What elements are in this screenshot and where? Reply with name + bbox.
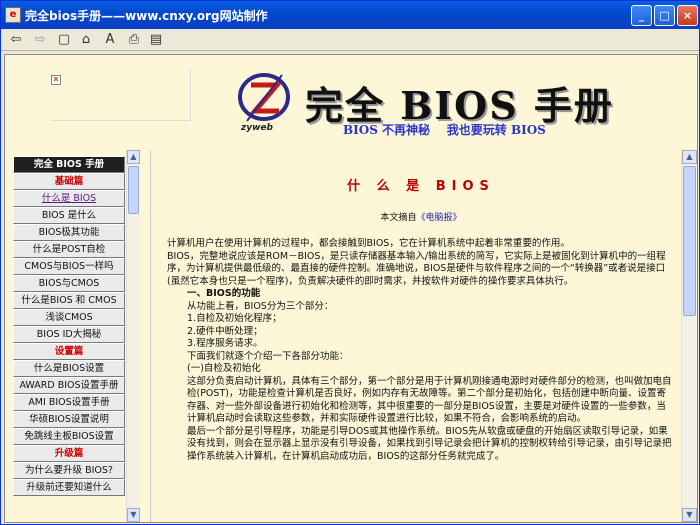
article-paragraph: 这部分负责启动计算机，具体有三个部分，第一个部分是用于计算机刚接通电源时对硬件部… xyxy=(187,375,672,425)
banner-subtitle: BIOS 不再神秘 我也要玩转 BIOS xyxy=(343,123,546,137)
window-title: 完全bios手册——www.cnxy.org网站制作 xyxy=(25,9,268,23)
article-paragraph: 计算机用户在使用计算机的过程中，都会接触到BIOS，它在计算机系统中起着非常重要… xyxy=(167,238,570,249)
byline: 本文摘自《电脑报》 xyxy=(167,212,675,225)
nav-link[interactable]: 为什么要升级 BIOS? xyxy=(13,462,125,479)
nav-link[interactable]: AMI BIOS设置手册 xyxy=(13,394,125,411)
content-area: ✕ zyweb 完全 BIOS 手册 BIOS 不再神秘 我也要玩转 BIOS … xyxy=(4,54,698,523)
minimize-button[interactable]: _ xyxy=(631,5,652,26)
nav-link[interactable]: BIOS极其功能 xyxy=(13,224,125,241)
nav-section-header: 设置篇 xyxy=(13,343,125,360)
source-link[interactable]: 《电脑报》 xyxy=(417,213,462,223)
article-paragraph: 2.硬件中断处理； xyxy=(187,325,263,337)
forward-icon[interactable]: ⇨ xyxy=(31,31,49,49)
toolbar: ⇦ ⇨ ▢ ⌂ A ⎙ ▤ xyxy=(1,29,699,51)
nav-link[interactable]: 什么是 BIOS xyxy=(13,190,125,207)
divider xyxy=(150,150,151,522)
nav-link[interactable]: 浅谈CMOS xyxy=(13,309,125,326)
scroll-down-icon[interactable]: ▼ xyxy=(127,508,140,522)
print-icon[interactable]: ⎙ xyxy=(125,31,143,49)
broken-image-icon: ✕ xyxy=(51,75,61,85)
nav-link[interactable]: 免跳线主板BIOS设置 xyxy=(13,428,125,445)
nav-link[interactable]: 什么是BIOS设置 xyxy=(13,360,125,377)
article-body: 计算机用户在使用计算机的过程中，都会接触到BIOS，它在计算机系统中起着非常重要… xyxy=(167,238,675,463)
scroll-up-icon[interactable]: ▲ xyxy=(127,150,140,164)
nav-link[interactable]: BIOS与CMOS xyxy=(13,275,125,292)
nav-section-header: 升级篇 xyxy=(13,445,125,462)
sidebar-scrollbar[interactable]: ▲ ▼ xyxy=(126,150,140,522)
nav-link[interactable]: AWARD BIOS设置手册 xyxy=(13,377,125,394)
scroll-thumb[interactable] xyxy=(128,166,139,214)
scroll-down-icon[interactable]: ▼ xyxy=(682,508,697,522)
nav-link[interactable]: BIOS 是什么 xyxy=(13,207,125,224)
article-paragraph: (一)自检及初始化 xyxy=(187,363,261,374)
sidebar-nav: 完全 BIOS 手册 基础篇 什么是 BIOS BIOS 是什么 BIOS极其功能 什么是… xyxy=(13,156,125,496)
nav-link[interactable]: 什么是BIOS 和 CMOS xyxy=(13,292,125,309)
maximize-button[interactable]: □ xyxy=(654,5,675,26)
home-icon[interactable]: ⌂ xyxy=(77,31,95,49)
article-paragraph: 最后一个部分是引导程序，功能是引导DOS或其他操作系统。BIOS先从软盘或硬盘的… xyxy=(187,425,672,462)
nav-link[interactable]: 华硕BIOS设置说明 xyxy=(13,411,125,428)
article-paragraph: 一、BIOS的功能 xyxy=(187,288,261,299)
close-button[interactable]: × xyxy=(677,5,698,26)
article-paragraph: 下面我们就逐个介绍一下各部分功能： xyxy=(187,350,349,362)
article-paragraph: BIOS，完整地说应该是ROM－BIOS，是只读存储器基本输入/输出系统的简写，… xyxy=(167,250,666,287)
nav-link[interactable]: 升级前还要知道什么 xyxy=(13,479,125,496)
nav-heading: 完全 BIOS 手册 xyxy=(13,156,125,173)
article-paragraph: 1.自检及初始化程序； xyxy=(187,313,282,324)
byline-prefix: 本文摘自 xyxy=(380,212,417,223)
page-title: 什 么 是 BIOS xyxy=(347,179,495,194)
main-scrollbar[interactable]: ▲ ▼ xyxy=(681,150,697,522)
options-icon[interactable]: ▤ xyxy=(147,31,165,49)
title-bar[interactable]: e 完全bios手册——www.cnxy.org网站制作 _ □ × xyxy=(1,1,699,29)
image-placeholder xyxy=(51,69,191,121)
scroll-thumb[interactable] xyxy=(683,166,696,316)
nav-link[interactable]: 什么是POST自检 xyxy=(13,241,125,258)
stop-icon[interactable]: ▢ xyxy=(55,31,73,49)
nav-link[interactable]: CMOS与BIOS一样吗 xyxy=(13,258,125,275)
article-paragraph: 3.程序服务请求。 xyxy=(187,338,263,349)
nav-section-header: 基础篇 xyxy=(13,173,125,190)
scroll-up-icon[interactable]: ▲ xyxy=(682,150,697,164)
article: 什 么 是 BIOS 本文摘自《电脑报》 计算机用户在使用计算机的过程中，都会接… xyxy=(167,155,675,463)
app-icon: e xyxy=(5,7,21,23)
article-paragraph: 从功能上看，BIOS分为三个部分： xyxy=(187,300,334,312)
logo-text: zyweb xyxy=(241,123,273,133)
font-icon[interactable]: A xyxy=(101,31,119,49)
back-icon[interactable]: ⇦ xyxy=(7,31,25,49)
nav-link[interactable]: BIOS ID大揭秘 xyxy=(13,326,125,343)
browser-window: e 完全bios手册——www.cnxy.org网站制作 _ □ × ⇦ ⇨ ▢… xyxy=(0,0,700,525)
